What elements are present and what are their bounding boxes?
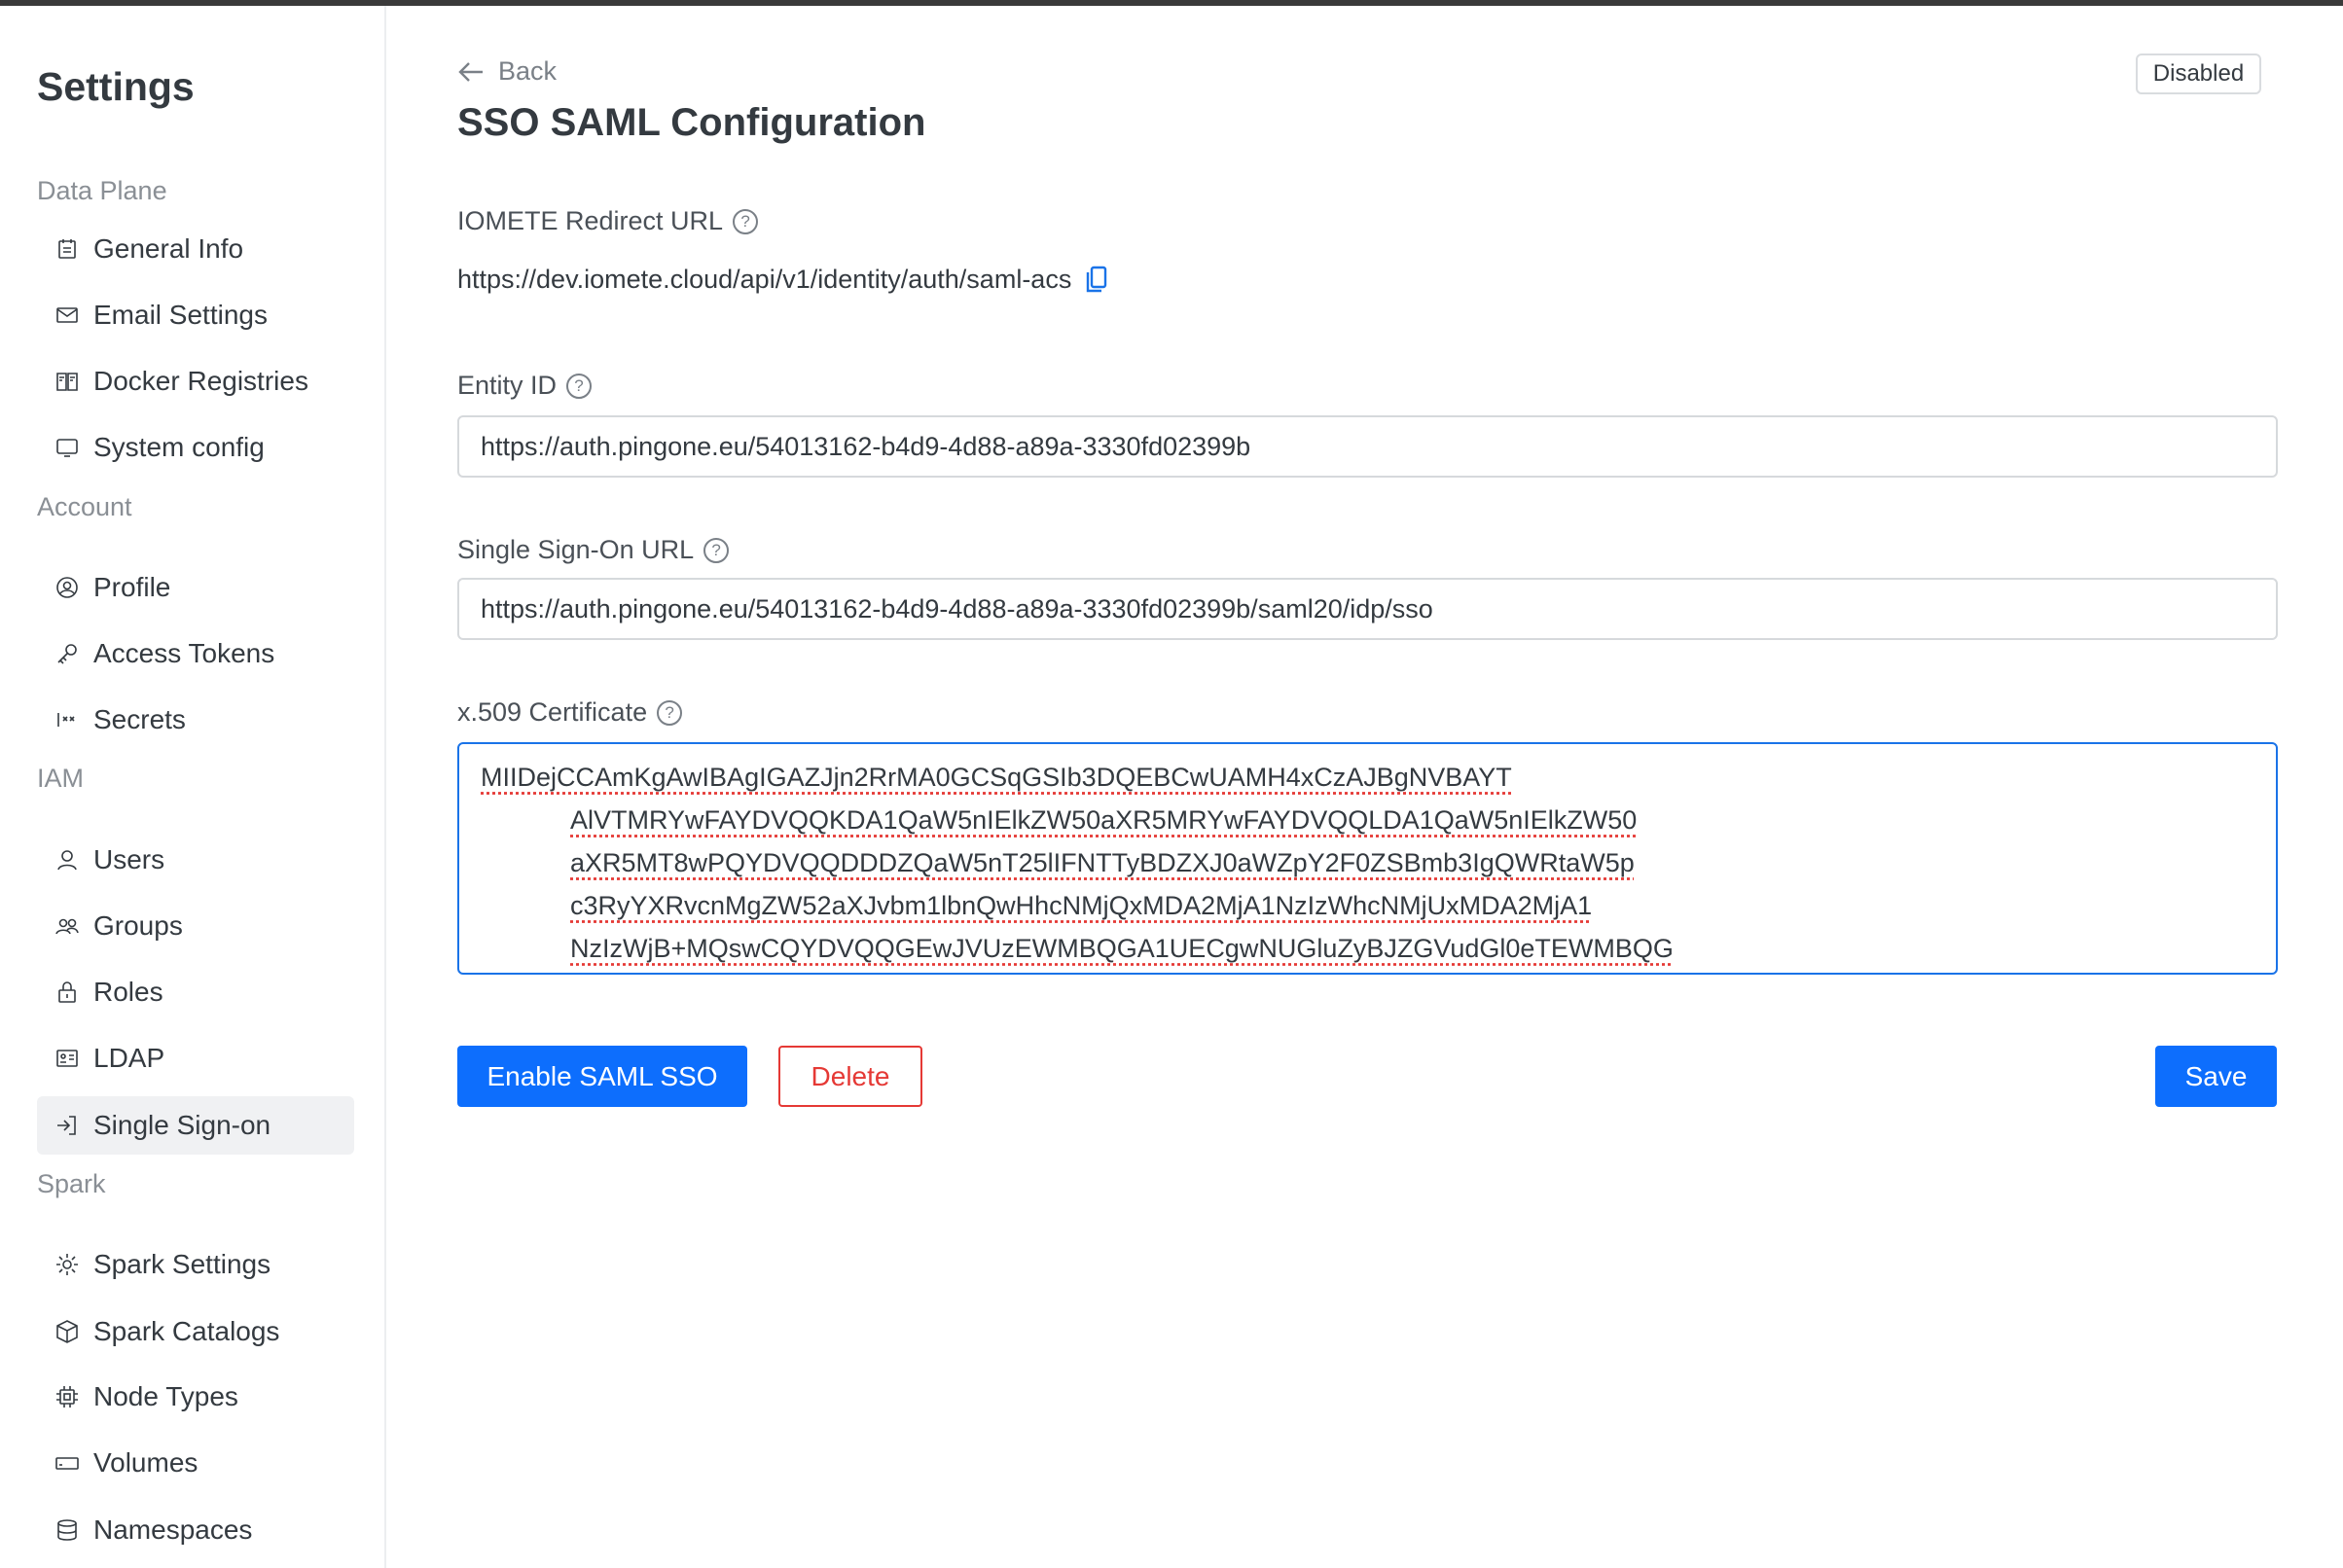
back-label: Back xyxy=(498,56,558,86)
sidebar-item-single-sign-on[interactable]: Single Sign-on xyxy=(37,1096,354,1155)
sidebar-item-groups[interactable]: Groups xyxy=(37,897,354,955)
sidebar-item-label: Email Settings xyxy=(93,300,268,330)
secret-icon xyxy=(53,705,82,734)
cert-line: c3RyYXRvcnMgZW52aXJvbm1lbnQwHhcNMjQxMDA2… xyxy=(570,891,1593,920)
certificate-label: x.509 Certificate? xyxy=(457,697,683,728)
user-circle-icon xyxy=(53,573,82,602)
section-header: Spark xyxy=(37,1169,106,1198)
back-button[interactable]: Back xyxy=(457,56,557,87)
users-icon xyxy=(53,911,82,941)
calendar-icon xyxy=(53,234,82,264)
sidebar-item-email-settings[interactable]: Email Settings xyxy=(37,286,354,344)
monitor-icon xyxy=(53,433,82,462)
sidebar-item-label: Secrets xyxy=(93,704,186,734)
cert-line: AlVTMRYwFAYDVQQKDA1QaW5nIElkZW50aXR5MRYw… xyxy=(570,805,1638,835)
section-header: IAM xyxy=(37,764,85,793)
login-icon xyxy=(53,1111,82,1140)
sidebar-item-spark-settings[interactable]: Spark Settings xyxy=(37,1235,354,1294)
sidebar-item-label: Access Tokens xyxy=(93,638,275,668)
sidebar-title: Settings xyxy=(37,64,195,109)
sidebar-item-label: Roles xyxy=(93,977,163,1007)
user-icon xyxy=(53,845,82,874)
sidebar-item-label: Single Sign-on xyxy=(93,1110,271,1140)
label-text: x.509 Certificate xyxy=(457,697,648,727)
book-icon xyxy=(53,367,82,396)
sidebar-item-label: Groups xyxy=(93,910,183,941)
sidebar-item-docker-registries[interactable]: Docker Registries xyxy=(37,352,354,410)
database-icon xyxy=(53,1515,82,1545)
sidebar-item-roles[interactable]: Roles xyxy=(37,963,354,1021)
sso-url-label: Single Sign-On URL? xyxy=(457,535,730,565)
cert-line: NzIzWjB+MQswCQYDVQQGEwJVUzEWMBQGA1UECgwN… xyxy=(570,934,1674,963)
help-icon[interactable]: ? xyxy=(657,699,683,726)
sidebar-item-label: Node Types xyxy=(93,1381,238,1411)
sidebar-item-label: LDAP xyxy=(93,1043,165,1073)
label-text: Entity ID xyxy=(457,371,558,400)
lock-icon xyxy=(53,978,82,1007)
help-icon[interactable]: ? xyxy=(703,537,730,563)
sidebar-item-label: System config xyxy=(93,432,265,462)
copy-icon[interactable] xyxy=(1085,266,1108,295)
sidebar-item-label: Docker Registries xyxy=(93,366,308,396)
sidebar-item-label: Users xyxy=(93,844,165,874)
entity-id-label: Entity ID? xyxy=(457,371,593,401)
chip-icon xyxy=(53,1382,82,1411)
sidebar-item-label: Spark Catalogs xyxy=(93,1316,280,1346)
section-header: Account xyxy=(37,492,132,521)
cert-line: MIIDejCCAmKgAwIBAgIGAZJjn2RrMA0GCSqGSIb3… xyxy=(481,763,1512,792)
sidebar-item-label: Namespaces xyxy=(93,1515,253,1545)
sidebar-item-ldap[interactable]: LDAP xyxy=(37,1029,354,1087)
gear-icon xyxy=(53,1250,82,1279)
sidebar-item-volumes[interactable]: Volumes xyxy=(37,1434,354,1492)
label-text: Single Sign-On URL xyxy=(457,535,695,564)
key-icon xyxy=(53,639,82,668)
sidebar-item-node-types[interactable]: Node Types xyxy=(37,1368,354,1426)
cert-line: aXR5MT8wPQYDVQQDDDZQaW5nT25lIFNTTyBDZXJ0… xyxy=(570,848,1635,877)
sidebar-item-label: Profile xyxy=(93,572,171,602)
redirect-url: https://dev.iomete.cloud/api/v1/identity… xyxy=(457,265,1108,295)
page-title: SSO SAML Configuration xyxy=(457,101,926,144)
cube-icon xyxy=(53,1317,82,1346)
arrow-left-icon xyxy=(458,61,483,82)
id-card-icon xyxy=(53,1044,82,1073)
sidebar-item-namespaces[interactable]: Namespaces xyxy=(37,1501,354,1559)
help-icon[interactable]: ? xyxy=(566,373,593,399)
sidebar-item-access-tokens[interactable]: Access Tokens xyxy=(37,624,354,683)
status-badge: Disabled xyxy=(2136,53,2261,94)
sidebar-item-spark-catalogs[interactable]: Spark Catalogs xyxy=(37,1302,354,1361)
save-button[interactable]: Save xyxy=(2155,1046,2277,1107)
label-text: IOMETE Redirect URL xyxy=(457,206,724,235)
sidebar-item-label: Volumes xyxy=(93,1447,198,1478)
delete-button[interactable]: Delete xyxy=(778,1046,922,1107)
enable-saml-sso-button[interactable]: Enable SAML SSO xyxy=(457,1046,747,1107)
section-header: Data Plane xyxy=(37,176,167,205)
entity-id-input[interactable]: https://auth.pingone.eu/54013162-b4d9-4d… xyxy=(457,415,2278,478)
redirect-url-text: https://dev.iomete.cloud/api/v1/identity… xyxy=(457,265,1072,294)
help-icon[interactable]: ? xyxy=(733,208,759,234)
sidebar-item-general-info[interactable]: General Info xyxy=(37,220,354,278)
sidebar-item-secrets[interactable]: Secrets xyxy=(37,691,354,749)
drive-icon xyxy=(53,1448,82,1478)
sso-url-input[interactable]: https://auth.pingone.eu/54013162-b4d9-4d… xyxy=(457,578,2278,640)
sidebar-item-system-config[interactable]: System config xyxy=(37,418,354,477)
certificate-textarea[interactable]: MIIDejCCAmKgAwIBAgIGAZJjn2RrMA0GCSqGSIb3… xyxy=(457,742,2278,975)
sidebar-item-label: Spark Settings xyxy=(93,1249,271,1279)
mail-icon xyxy=(53,301,82,330)
sidebar-item-users[interactable]: Users xyxy=(37,831,354,889)
redirect-url-label: IOMETE Redirect URL? xyxy=(457,206,759,236)
sidebar-item-profile[interactable]: Profile xyxy=(37,558,354,617)
sidebar-item-label: General Info xyxy=(93,233,244,264)
